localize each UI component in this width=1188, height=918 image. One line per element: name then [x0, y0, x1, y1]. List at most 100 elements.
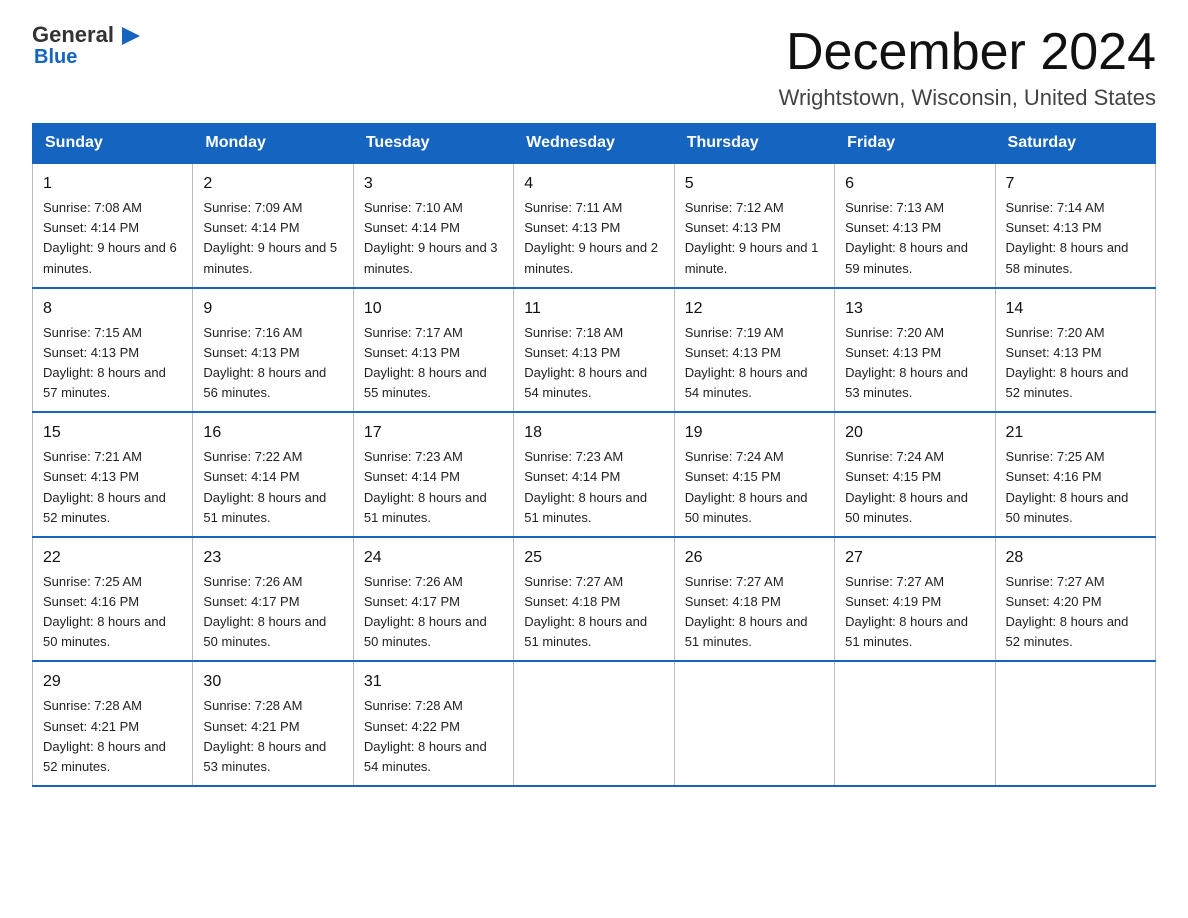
table-row: 31 Sunrise: 7:28 AM Sunset: 4:22 PM Dayl… — [353, 661, 513, 786]
day-info: Sunrise: 7:21 AM Sunset: 4:13 PM Dayligh… — [43, 447, 182, 528]
table-row: 21 Sunrise: 7:25 AM Sunset: 4:16 PM Dayl… — [995, 412, 1155, 537]
calendar-week-row: 1 Sunrise: 7:08 AM Sunset: 4:14 PM Dayli… — [33, 163, 1156, 288]
col-header-tuesday: Tuesday — [353, 124, 513, 164]
day-number: 30 — [203, 670, 342, 694]
table-row: 3 Sunrise: 7:10 AM Sunset: 4:14 PM Dayli… — [353, 163, 513, 288]
table-row: 13 Sunrise: 7:20 AM Sunset: 4:13 PM Dayl… — [835, 288, 995, 413]
month-title: December 2024 — [779, 24, 1156, 81]
day-number: 4 — [524, 172, 663, 196]
calendar-table: Sunday Monday Tuesday Wednesday Thursday… — [32, 123, 1156, 787]
day-number: 15 — [43, 421, 182, 445]
logo-text-top: General — [32, 24, 140, 46]
day-number: 27 — [845, 546, 984, 570]
day-number: 25 — [524, 546, 663, 570]
day-number: 1 — [43, 172, 182, 196]
day-info: Sunrise: 7:25 AM Sunset: 4:16 PM Dayligh… — [43, 572, 182, 653]
day-number: 19 — [685, 421, 824, 445]
day-number: 13 — [845, 297, 984, 321]
day-info: Sunrise: 7:24 AM Sunset: 4:15 PM Dayligh… — [845, 447, 984, 528]
day-info: Sunrise: 7:14 AM Sunset: 4:13 PM Dayligh… — [1006, 198, 1145, 279]
table-row: 26 Sunrise: 7:27 AM Sunset: 4:18 PM Dayl… — [674, 537, 834, 662]
day-number: 29 — [43, 670, 182, 694]
col-header-thursday: Thursday — [674, 124, 834, 164]
day-number: 3 — [364, 172, 503, 196]
table-row: 7 Sunrise: 7:14 AM Sunset: 4:13 PM Dayli… — [995, 163, 1155, 288]
table-row: 19 Sunrise: 7:24 AM Sunset: 4:15 PM Dayl… — [674, 412, 834, 537]
table-row: 1 Sunrise: 7:08 AM Sunset: 4:14 PM Dayli… — [33, 163, 193, 288]
day-info: Sunrise: 7:20 AM Sunset: 4:13 PM Dayligh… — [845, 323, 984, 404]
col-header-sunday: Sunday — [33, 124, 193, 164]
day-number: 12 — [685, 297, 824, 321]
day-number: 10 — [364, 297, 503, 321]
day-number: 7 — [1006, 172, 1145, 196]
day-number: 31 — [364, 670, 503, 694]
table-row: 2 Sunrise: 7:09 AM Sunset: 4:14 PM Dayli… — [193, 163, 353, 288]
table-row: 8 Sunrise: 7:15 AM Sunset: 4:13 PM Dayli… — [33, 288, 193, 413]
day-number: 8 — [43, 297, 182, 321]
table-row: 11 Sunrise: 7:18 AM Sunset: 4:13 PM Dayl… — [514, 288, 674, 413]
table-row — [995, 661, 1155, 786]
table-row: 30 Sunrise: 7:28 AM Sunset: 4:21 PM Dayl… — [193, 661, 353, 786]
table-row: 27 Sunrise: 7:27 AM Sunset: 4:19 PM Dayl… — [835, 537, 995, 662]
day-info: Sunrise: 7:17 AM Sunset: 4:13 PM Dayligh… — [364, 323, 503, 404]
day-info: Sunrise: 7:13 AM Sunset: 4:13 PM Dayligh… — [845, 198, 984, 279]
col-header-monday: Monday — [193, 124, 353, 164]
day-info: Sunrise: 7:26 AM Sunset: 4:17 PM Dayligh… — [364, 572, 503, 653]
table-row: 17 Sunrise: 7:23 AM Sunset: 4:14 PM Dayl… — [353, 412, 513, 537]
day-info: Sunrise: 7:08 AM Sunset: 4:14 PM Dayligh… — [43, 198, 182, 279]
day-info: Sunrise: 7:16 AM Sunset: 4:13 PM Dayligh… — [203, 323, 342, 404]
calendar-week-row: 8 Sunrise: 7:15 AM Sunset: 4:13 PM Dayli… — [33, 288, 1156, 413]
table-row: 28 Sunrise: 7:27 AM Sunset: 4:20 PM Dayl… — [995, 537, 1155, 662]
table-row: 4 Sunrise: 7:11 AM Sunset: 4:13 PM Dayli… — [514, 163, 674, 288]
day-info: Sunrise: 7:23 AM Sunset: 4:14 PM Dayligh… — [364, 447, 503, 528]
col-header-friday: Friday — [835, 124, 995, 164]
day-info: Sunrise: 7:24 AM Sunset: 4:15 PM Dayligh… — [685, 447, 824, 528]
day-info: Sunrise: 7:12 AM Sunset: 4:13 PM Dayligh… — [685, 198, 824, 279]
day-info: Sunrise: 7:26 AM Sunset: 4:17 PM Dayligh… — [203, 572, 342, 653]
logo: General Blue — [32, 24, 140, 69]
day-number: 11 — [524, 297, 663, 321]
day-number: 21 — [1006, 421, 1145, 445]
col-header-wednesday: Wednesday — [514, 124, 674, 164]
table-row: 23 Sunrise: 7:26 AM Sunset: 4:17 PM Dayl… — [193, 537, 353, 662]
day-info: Sunrise: 7:28 AM Sunset: 4:22 PM Dayligh… — [364, 696, 503, 777]
table-row: 24 Sunrise: 7:26 AM Sunset: 4:17 PM Dayl… — [353, 537, 513, 662]
day-info: Sunrise: 7:25 AM Sunset: 4:16 PM Dayligh… — [1006, 447, 1145, 528]
day-info: Sunrise: 7:09 AM Sunset: 4:14 PM Dayligh… — [203, 198, 342, 279]
logo-triangle-icon — [122, 27, 140, 45]
table-row: 5 Sunrise: 7:12 AM Sunset: 4:13 PM Dayli… — [674, 163, 834, 288]
day-number: 23 — [203, 546, 342, 570]
day-info: Sunrise: 7:18 AM Sunset: 4:13 PM Dayligh… — [524, 323, 663, 404]
table-row: 15 Sunrise: 7:21 AM Sunset: 4:13 PM Dayl… — [33, 412, 193, 537]
day-number: 24 — [364, 546, 503, 570]
table-row: 12 Sunrise: 7:19 AM Sunset: 4:13 PM Dayl… — [674, 288, 834, 413]
day-number: 16 — [203, 421, 342, 445]
calendar-header-row: Sunday Monday Tuesday Wednesday Thursday… — [33, 124, 1156, 164]
day-info: Sunrise: 7:10 AM Sunset: 4:14 PM Dayligh… — [364, 198, 503, 279]
day-info: Sunrise: 7:22 AM Sunset: 4:14 PM Dayligh… — [203, 447, 342, 528]
title-block: December 2024 Wrightstown, Wisconsin, Un… — [779, 24, 1156, 111]
location-subtitle: Wrightstown, Wisconsin, United States — [779, 85, 1156, 111]
day-number: 20 — [845, 421, 984, 445]
day-info: Sunrise: 7:27 AM Sunset: 4:20 PM Dayligh… — [1006, 572, 1145, 653]
day-info: Sunrise: 7:27 AM Sunset: 4:18 PM Dayligh… — [685, 572, 824, 653]
day-info: Sunrise: 7:11 AM Sunset: 4:13 PM Dayligh… — [524, 198, 663, 279]
table-row: 25 Sunrise: 7:27 AM Sunset: 4:18 PM Dayl… — [514, 537, 674, 662]
table-row: 9 Sunrise: 7:16 AM Sunset: 4:13 PM Dayli… — [193, 288, 353, 413]
day-number: 5 — [685, 172, 824, 196]
day-number: 22 — [43, 546, 182, 570]
table-row: 16 Sunrise: 7:22 AM Sunset: 4:14 PM Dayl… — [193, 412, 353, 537]
calendar-week-row: 29 Sunrise: 7:28 AM Sunset: 4:21 PM Dayl… — [33, 661, 1156, 786]
table-row — [835, 661, 995, 786]
table-row: 18 Sunrise: 7:23 AM Sunset: 4:14 PM Dayl… — [514, 412, 674, 537]
page-header: General Blue December 2024 Wrightstown, … — [0, 0, 1188, 123]
table-row: 10 Sunrise: 7:17 AM Sunset: 4:13 PM Dayl… — [353, 288, 513, 413]
day-info: Sunrise: 7:19 AM Sunset: 4:13 PM Dayligh… — [685, 323, 824, 404]
day-number: 18 — [524, 421, 663, 445]
table-row — [514, 661, 674, 786]
day-info: Sunrise: 7:28 AM Sunset: 4:21 PM Dayligh… — [203, 696, 342, 777]
table-row: 22 Sunrise: 7:25 AM Sunset: 4:16 PM Dayl… — [33, 537, 193, 662]
table-row: 14 Sunrise: 7:20 AM Sunset: 4:13 PM Dayl… — [995, 288, 1155, 413]
table-row — [674, 661, 834, 786]
day-number: 28 — [1006, 546, 1145, 570]
